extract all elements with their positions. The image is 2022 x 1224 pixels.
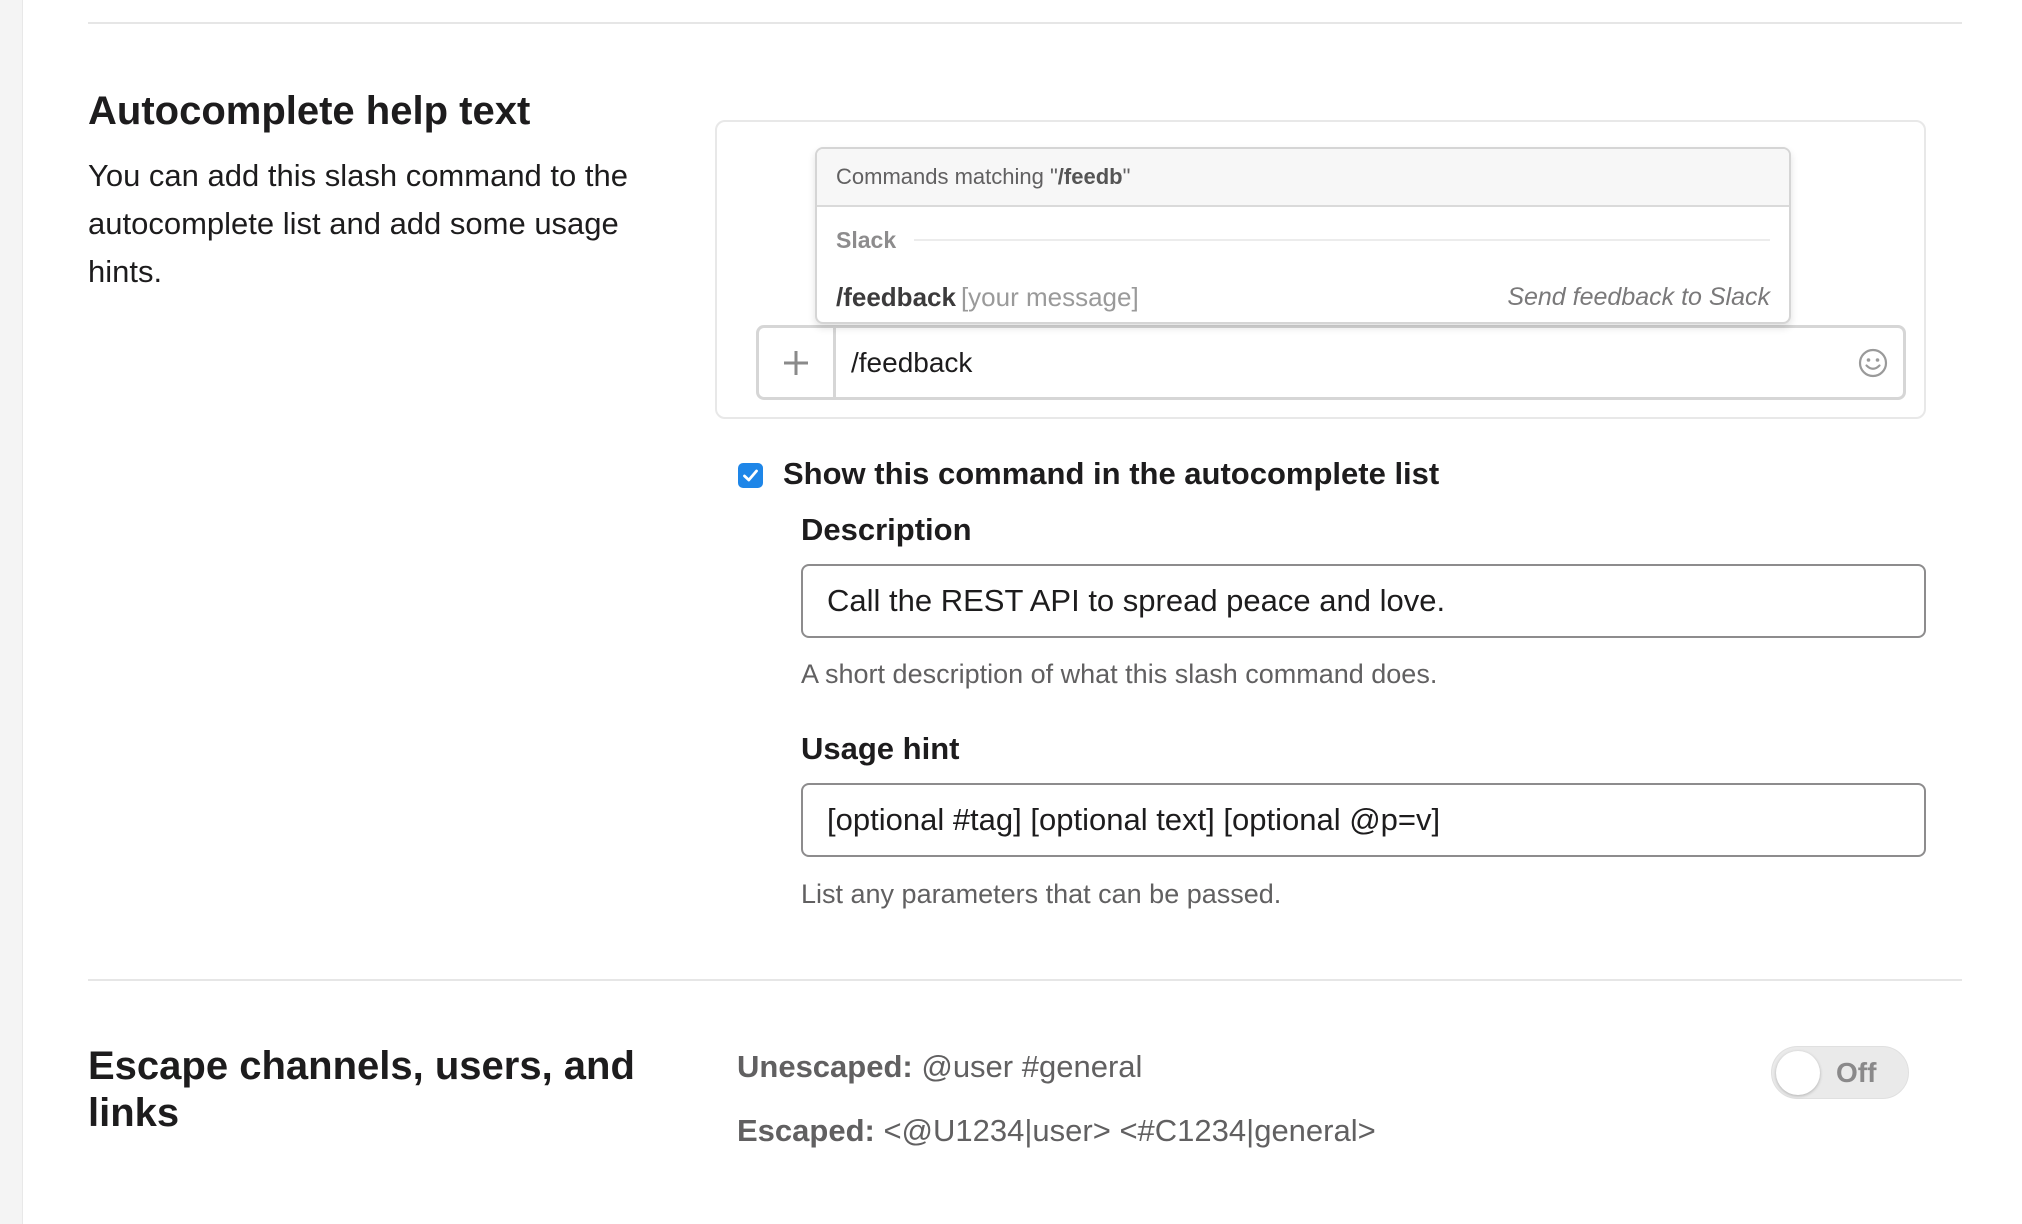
- usage-hint-input[interactable]: [801, 783, 1926, 857]
- autocomplete-popup-header: Commands matching "/feedb": [817, 149, 1789, 207]
- description-help: A short description of what this slash c…: [801, 659, 1438, 689]
- autocomplete-popup: Commands matching "/feedb" Slack /feedba…: [815, 147, 1791, 324]
- show-in-autocomplete-label[interactable]: Show this command in the autocomplete li…: [783, 454, 1439, 494]
- message-composer: /feedback: [756, 325, 1906, 400]
- escaped-value: <@U1234|user> <#C1234|general>: [874, 1113, 1376, 1148]
- section-title-escape: Escape channels, users, and links: [88, 1044, 635, 1135]
- description-input[interactable]: [801, 564, 1926, 638]
- section-description-autocomplete: You can add this slash command to the au…: [88, 158, 628, 289]
- smiley-icon: [1843, 328, 1903, 397]
- section-divider: [88, 22, 1962, 24]
- escape-toggle[interactable]: Off: [1771, 1046, 1909, 1099]
- checkmark-icon: [743, 469, 758, 482]
- composer-text: /feedback: [851, 346, 973, 378]
- autocomplete-group: Slack: [836, 225, 1770, 255]
- section-divider: [88, 979, 1962, 981]
- autocomplete-group-label: Slack: [836, 226, 897, 253]
- autocomplete-item-command: /feedback: [836, 281, 956, 312]
- description-label: Description: [801, 512, 972, 547]
- autocomplete-item[interactable]: /feedback [your message] Send feedback t…: [836, 279, 1770, 315]
- toggle-knob: [1776, 1051, 1820, 1095]
- plus-icon: [759, 328, 836, 397]
- toggle-label: Off: [1836, 1057, 1877, 1088]
- autocomplete-item-hint: [your message]: [960, 281, 1139, 312]
- escaped-label: Escaped:: [737, 1113, 875, 1148]
- autocomplete-item-description: Send feedback to Slack: [1507, 282, 1770, 311]
- escaped-example: Escaped: <@U1234|user> <#C1234|general>: [737, 1111, 1376, 1151]
- usage-hint-help: List any parameters that can be passed.: [801, 879, 1282, 909]
- unescaped-example: Unescaped: @user #general: [737, 1047, 1142, 1087]
- header-suffix: ": [1122, 164, 1131, 189]
- unescaped-label: Unescaped:: [737, 1049, 913, 1084]
- header-query: /feedb: [1057, 164, 1123, 189]
- show-in-autocomplete-checkbox[interactable]: [738, 463, 763, 488]
- settings-card: Autocomplete help text You can add this …: [22, 0, 2022, 1224]
- usage-hint-label: Usage hint: [801, 731, 960, 766]
- unescaped-value: @user #general: [912, 1049, 1143, 1084]
- autocomplete-group-line: [914, 239, 1770, 241]
- header-prefix: Commands matching ": [836, 164, 1058, 189]
- section-title-autocomplete: Autocomplete help text: [88, 89, 531, 133]
